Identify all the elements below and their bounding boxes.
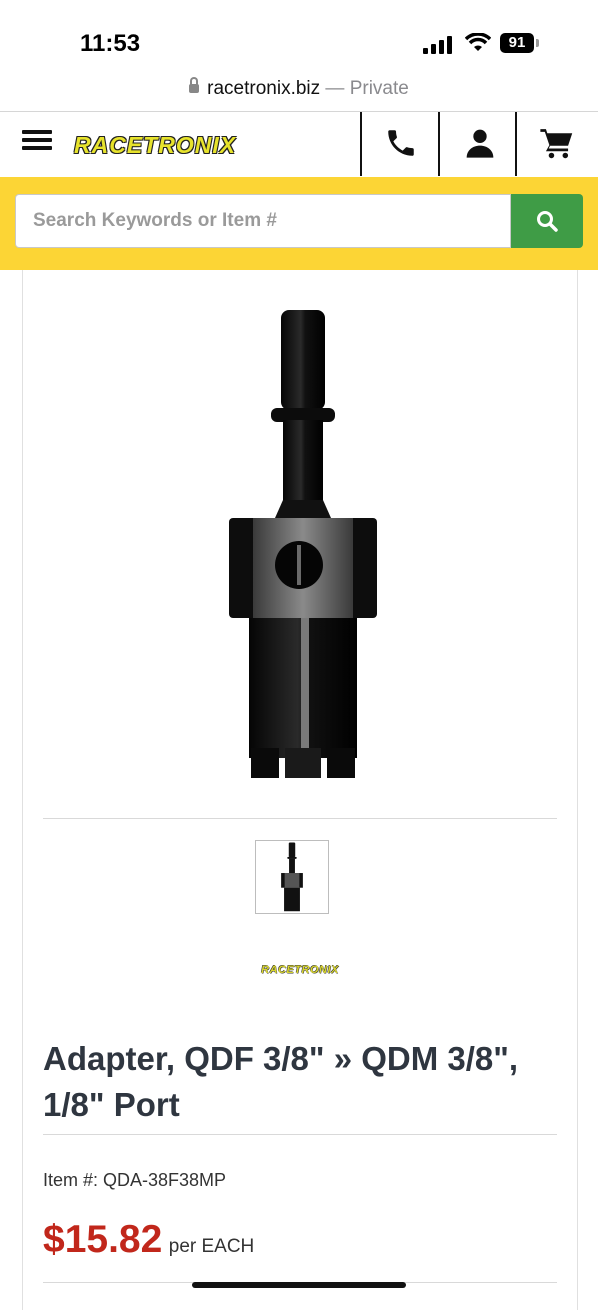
site-header: RACETRONIX: [0, 111, 598, 178]
address-bar[interactable]: racetronix.biz — Private: [0, 77, 598, 100]
cart-button[interactable]: [515, 112, 598, 176]
battery-level: 91: [500, 33, 534, 53]
wifi-icon: [465, 33, 491, 51]
item-number: Item #: QDA-38F38MP: [43, 1170, 227, 1190]
brand-logo: RACETRONIX: [261, 964, 339, 976]
menu-icon[interactable]: [22, 130, 52, 158]
home-indicator: [192, 1282, 406, 1288]
price-row: $15.82 per EACH: [43, 1218, 254, 1262]
price-unit: per EACH: [168, 1236, 255, 1257]
search-bar: [0, 177, 598, 270]
site-logo[interactable]: RACETRONIX: [74, 132, 236, 159]
url-separator: —: [325, 78, 345, 99]
status-bar: 11:53 91 racetronix.biz — Private: [0, 0, 598, 99]
gallery-divider: [43, 818, 557, 819]
status-time: 11:53: [80, 30, 141, 57]
search-button[interactable]: [511, 194, 583, 248]
phone-icon: [388, 130, 414, 156]
search-icon: [537, 211, 558, 232]
product-title: Adapter, QDF 3/8" » QDM 3/8", 1/8" Port: [43, 1040, 519, 1123]
search-input[interactable]: [15, 194, 511, 248]
title-divider: [43, 1134, 557, 1135]
signal-icon: [423, 36, 452, 54]
battery-icon: 91: [500, 33, 540, 53]
cart-icon: [540, 129, 573, 159]
product-card: RACETRONIX Adapter, QDF 3/8" » QDM 3/8",…: [22, 270, 578, 1310]
product-thumbnail[interactable]: [255, 840, 329, 914]
product-image[interactable]: [213, 300, 393, 790]
account-icon: [466, 129, 494, 158]
lock-icon: [189, 77, 200, 93]
private-label: Private: [349, 78, 409, 99]
product-price: $15.82: [43, 1218, 163, 1261]
account-button[interactable]: [438, 112, 516, 176]
phone-button[interactable]: [360, 112, 438, 176]
url-domain: racetronix.biz: [207, 78, 321, 99]
